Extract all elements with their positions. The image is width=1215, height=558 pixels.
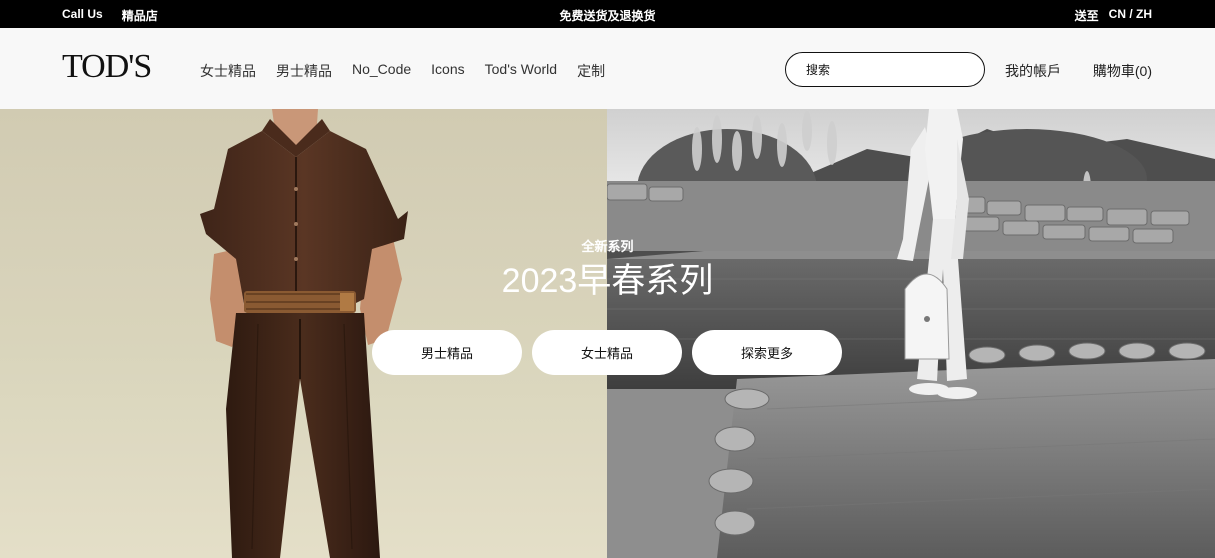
cart-link[interactable]: 購物車(0) (1093, 61, 1152, 81)
nav-item-no-code[interactable]: No_Code (352, 61, 411, 81)
explore-more-button[interactable]: 探索更多 (692, 330, 842, 375)
ship-to-label[interactable]: 送至 (1075, 7, 1099, 24)
shop-men-button[interactable]: 男士精品 (372, 330, 522, 375)
nav-item-icons[interactable]: Icons (431, 61, 464, 81)
brand-logo[interactable]: TOD'S (62, 50, 152, 84)
nav-item-women[interactable]: 女士精品 (200, 61, 256, 81)
locale-selector: 送至 CN / ZH (1075, 7, 1152, 24)
utility-bar: Call Us 精品店 免费送货及退换货 送至 CN / ZH (0, 0, 1215, 28)
search-box[interactable] (785, 52, 985, 87)
hero-cta-group: 男士精品 女士精品 探索更多 (372, 330, 842, 375)
nav-item-men[interactable]: 男士精品 (276, 61, 332, 81)
shop-women-button[interactable]: 女士精品 (532, 330, 682, 375)
locale-link[interactable]: CN / ZH (1109, 7, 1152, 24)
nav-item-tods-world[interactable]: Tod's World (485, 61, 557, 81)
promo-banner: 免费送货及退换货 (0, 7, 1215, 24)
nav-item-custom[interactable]: 定制 (577, 61, 605, 81)
main-nav: 女士精品 男士精品 No_Code Icons Tod's World 定制 (200, 61, 605, 81)
site-header: TOD'S 女士精品 男士精品 No_Code Icons Tod's Worl… (0, 28, 1215, 109)
account-link[interactable]: 我的帳戶 (1005, 61, 1061, 81)
search-input[interactable] (806, 62, 976, 77)
hero-banner: 全新系列 2023早春系列 男士精品 女士精品 探索更多 (0, 109, 1215, 558)
promo-link[interactable]: 免费送货及退换货 (559, 9, 655, 23)
